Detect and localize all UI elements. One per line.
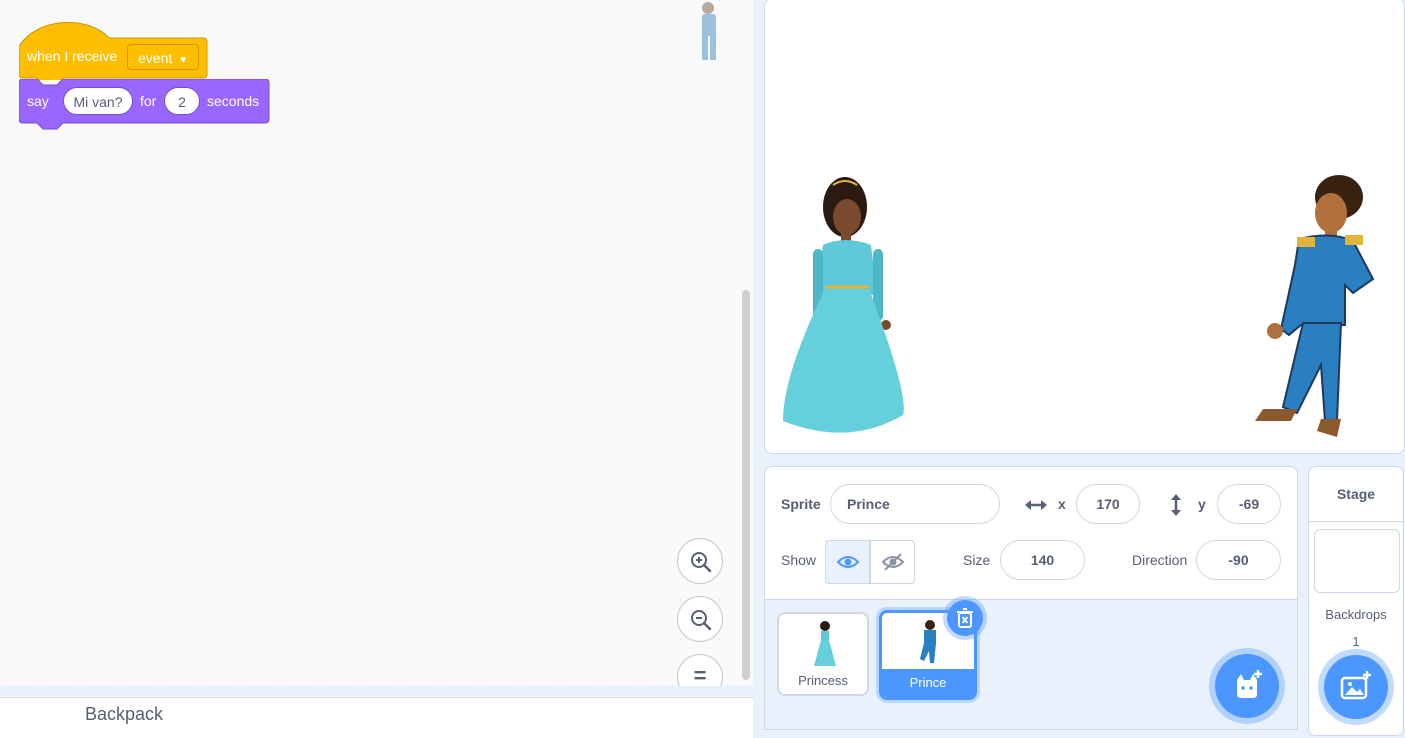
stage-title: Stage xyxy=(1336,486,1376,502)
size-input[interactable]: 140 xyxy=(1000,540,1085,580)
direction-label: Direction xyxy=(1132,552,1188,568)
eye-off-icon xyxy=(882,553,904,571)
zoom-out-icon xyxy=(691,610,712,631)
sprite-name-prince: Prince xyxy=(909,675,947,690)
princess-thumbnail xyxy=(814,621,836,666)
x-input[interactable]: 170 xyxy=(1076,484,1140,524)
backdrops-count: 1 xyxy=(1352,634,1360,649)
arrows-horizontal-icon xyxy=(1025,500,1047,510)
sprite-list: Princess Prince xyxy=(764,600,1298,730)
add-sprite-button[interactable] xyxy=(1215,654,1279,718)
delete-icon xyxy=(957,608,973,628)
sprite-label: Sprite xyxy=(781,496,821,512)
stage-selector-panel[interactable]: Stage Backdrops 1 xyxy=(1308,466,1404,736)
seconds-input[interactable]: 2 xyxy=(164,87,200,115)
zoom-in-button[interactable] xyxy=(677,538,723,584)
princess-sprite[interactable] xyxy=(779,175,909,443)
stage-canvas[interactable] xyxy=(764,0,1405,454)
say-for-seconds-block[interactable]: say Mi van? for 2 seconds xyxy=(19,79,270,130)
prince-sprite[interactable] xyxy=(1241,175,1391,439)
y-input[interactable]: -69 xyxy=(1217,484,1281,524)
event-dropdown-value: event xyxy=(138,50,173,66)
size-label: Size xyxy=(963,552,991,568)
code-workspace[interactable]: when I receive event ▼ say Mi van? for 2 … xyxy=(0,0,753,686)
backdrops-label: Backdrops xyxy=(1325,607,1387,622)
add-backdrop-icon xyxy=(1340,671,1371,700)
add-backdrop-button[interactable] xyxy=(1324,655,1388,719)
eye-icon xyxy=(837,556,859,568)
say-label: say xyxy=(27,93,49,109)
message-input[interactable]: Mi van? xyxy=(63,87,133,115)
chevron-down-icon: ▼ xyxy=(178,55,189,66)
zoom-reset-button[interactable]: = xyxy=(677,654,723,686)
y-label: y xyxy=(1198,496,1206,512)
x-label: x xyxy=(1058,496,1066,512)
sprite-info-panel: Sprite Prince x 170 y -69 Show Size 140 … xyxy=(764,466,1298,600)
arrows-vertical-icon xyxy=(1171,494,1181,516)
backpack[interactable]: Backpack xyxy=(0,697,753,738)
zoom-in-icon xyxy=(691,552,712,573)
delete-sprite-button[interactable] xyxy=(947,600,983,636)
for-label: for xyxy=(140,93,157,109)
prince-thumbnail xyxy=(920,620,936,663)
sprite-name-input[interactable]: Prince xyxy=(830,484,1000,524)
show-hidden-button[interactable] xyxy=(870,540,915,584)
event-dropdown[interactable]: event ▼ xyxy=(127,44,200,70)
show-label: Show xyxy=(781,552,817,568)
show-visible-button[interactable] xyxy=(825,540,870,584)
stage-header: Stage xyxy=(1309,467,1403,522)
current-sprite-ghost xyxy=(702,2,716,60)
add-sprite-icon xyxy=(1237,670,1262,698)
seconds-label: seconds xyxy=(207,93,260,109)
when-i-receive-block[interactable]: when I receive event ▼ xyxy=(19,20,208,80)
backpack-label: Backpack xyxy=(85,704,164,724)
when-i-receive-label: when I receive xyxy=(27,48,118,64)
direction-input[interactable]: -90 xyxy=(1196,540,1281,580)
sprite-tile-princess[interactable]: Princess xyxy=(777,612,869,696)
zoom-reset-icon: = xyxy=(693,663,707,686)
workspace-scrollbar[interactable] xyxy=(742,290,750,680)
zoom-out-button[interactable] xyxy=(677,596,723,642)
backdrop-thumbnail[interactable] xyxy=(1314,529,1400,593)
sprite-name-princess: Princess xyxy=(798,673,848,688)
